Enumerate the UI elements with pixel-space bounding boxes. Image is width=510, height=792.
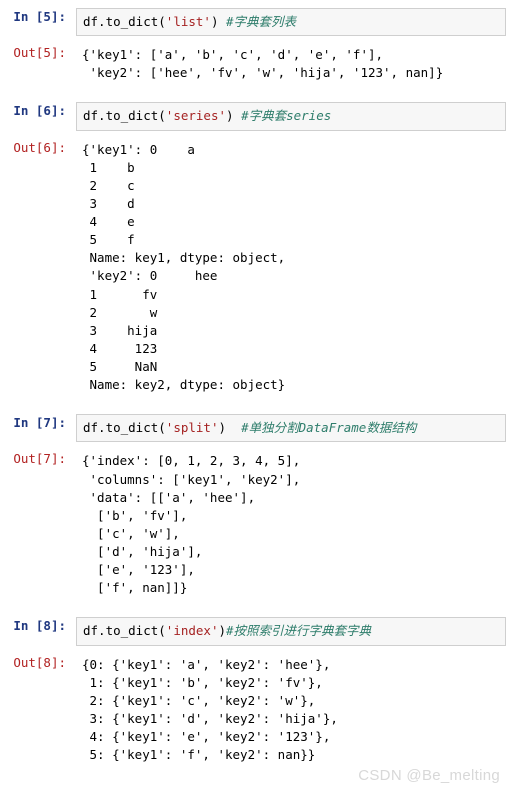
- code-comment: #单独分割DataFrame数据结构: [241, 420, 416, 435]
- in-prompt: In [7]:: [4, 414, 76, 432]
- code-string: 'series': [166, 108, 226, 123]
- code-text: df.to_dict(: [83, 108, 166, 123]
- out-prompt: Out[5]:: [4, 44, 76, 62]
- notebook-cell: In [8]:df.to_dict('index')#按照索引进行字典套字典Ou…: [4, 617, 506, 766]
- code-comment: #字典套列表: [226, 14, 296, 29]
- code-comment: #字典套series: [241, 108, 331, 123]
- in-prompt: In [5]:: [4, 8, 76, 26]
- code-text: ): [218, 623, 226, 638]
- notebook-cell: In [5]:df.to_dict('list') #字典套列表Out[5]:{…: [4, 8, 506, 84]
- watermark: CSDN @Be_melting: [358, 765, 500, 787]
- out-prompt: Out[7]:: [4, 450, 76, 468]
- output-text: {'key1': ['a', 'b', 'c', 'd', 'e', 'f'],…: [76, 44, 506, 84]
- output-text: {'index': [0, 1, 2, 3, 4, 5], 'columns':…: [76, 450, 506, 599]
- code-text: ): [226, 108, 241, 123]
- code-input[interactable]: df.to_dict('split') #单独分割DataFrame数据结构: [76, 414, 506, 442]
- output-text: {0: {'key1': 'a', 'key2': 'hee'}, 1: {'k…: [76, 654, 506, 767]
- code-text: df.to_dict(: [83, 14, 166, 29]
- code-comment: #按照索引进行字典套字典: [226, 623, 371, 638]
- code-text: df.to_dict(: [83, 420, 166, 435]
- code-string: 'split': [166, 420, 219, 435]
- notebook-cell: In [6]:df.to_dict('series') #字典套seriesOu…: [4, 102, 506, 396]
- code-text: ): [218, 420, 241, 435]
- out-prompt: Out[8]:: [4, 654, 76, 672]
- in-prompt: In [6]:: [4, 102, 76, 120]
- code-input[interactable]: df.to_dict('list') #字典套列表: [76, 8, 506, 36]
- code-input[interactable]: df.to_dict('index')#按照索引进行字典套字典: [76, 617, 506, 645]
- in-prompt: In [8]:: [4, 617, 76, 635]
- code-text: df.to_dict(: [83, 623, 166, 638]
- notebook-cell: In [7]:df.to_dict('split') #单独分割DataFram…: [4, 414, 506, 599]
- code-string: 'list': [166, 14, 211, 29]
- code-string: 'index': [166, 623, 219, 638]
- out-prompt: Out[6]:: [4, 139, 76, 157]
- output-text: {'key1': 0 a 1 b 2 c 3 d 4 e 5 f Name: k…: [76, 139, 506, 397]
- code-input[interactable]: df.to_dict('series') #字典套series: [76, 102, 506, 130]
- code-text: ): [211, 14, 226, 29]
